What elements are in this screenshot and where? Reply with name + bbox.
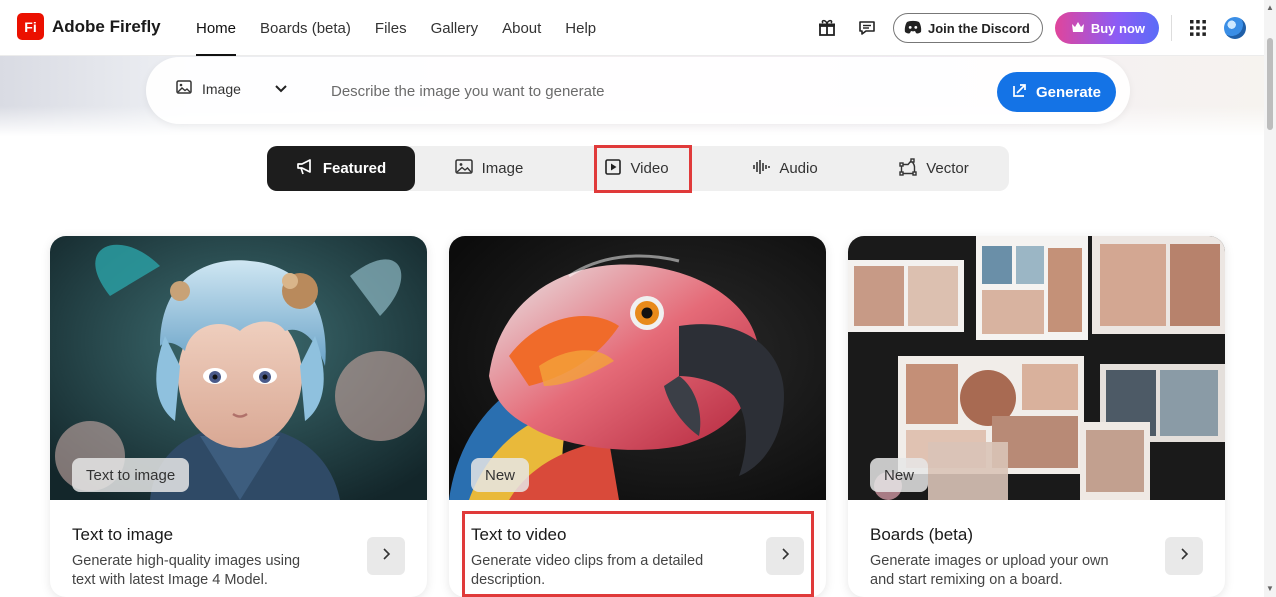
- crown-icon: [1071, 21, 1085, 36]
- card-description: Generate images or upload your own and s…: [870, 553, 1109, 588]
- top-navigation-bar: Fi Adobe Firefly Home Boards (beta) File…: [0, 0, 1264, 56]
- category-tabs: Featured Image Video Audio Vector: [267, 146, 1009, 191]
- header-tools: Join the Discord Buy now: [813, 0, 1246, 56]
- scroll-down-arrow-icon[interactable]: ▼: [1266, 585, 1274, 593]
- tab-featured[interactable]: Featured: [267, 146, 415, 191]
- join-discord-button[interactable]: Join the Discord: [892, 13, 1043, 43]
- tab-audio-label: Audio: [779, 160, 818, 177]
- card-open-button[interactable]: [1165, 537, 1203, 575]
- nav-boards[interactable]: Boards (beta): [260, 0, 351, 56]
- generate-label: Generate: [1035, 83, 1102, 101]
- buy-now-button[interactable]: Buy now: [1054, 12, 1159, 44]
- chevron-right-icon: [381, 547, 391, 565]
- prompt-input[interactable]: [331, 79, 951, 103]
- discord-label: Join the Discord: [927, 20, 1030, 36]
- card-title: Text to video: [471, 525, 567, 544]
- megaphone-icon: [296, 158, 314, 179]
- card-open-button[interactable]: [766, 537, 804, 575]
- generate-button[interactable]: Generate: [997, 72, 1116, 112]
- page-scrollbar[interactable]: ▲ ▼: [1264, 0, 1276, 597]
- apps-grid-icon[interactable]: [1184, 14, 1212, 42]
- nav-home[interactable]: Home: [196, 0, 237, 56]
- tab-image[interactable]: Image: [415, 146, 563, 191]
- card-badge: New: [471, 458, 530, 492]
- chevron-right-icon: [1179, 547, 1189, 565]
- scrollbar-thumb[interactable]: [1267, 38, 1273, 130]
- nav-help[interactable]: Help: [565, 0, 596, 56]
- user-avatar[interactable]: [1224, 17, 1246, 39]
- generate-icon: [1012, 82, 1028, 102]
- chevron-down-icon[interactable]: [274, 81, 288, 100]
- header-divider: [1171, 15, 1172, 41]
- card-title: Boards (beta): [870, 525, 973, 544]
- waveform-icon: [752, 159, 771, 179]
- vector-icon: [899, 157, 917, 180]
- prompt-bar: Image Generate: [146, 57, 1130, 124]
- generation-type-label: Image: [202, 80, 241, 97]
- tab-audio[interactable]: Audio: [711, 146, 859, 191]
- firefly-logo-icon[interactable]: Fi: [17, 13, 44, 40]
- tab-video-label: Video: [630, 160, 669, 177]
- buy-now-label: Buy now: [1090, 20, 1145, 36]
- card-boards-beta[interactable]: New Boards (beta) Generate images or upl…: [848, 236, 1225, 597]
- image-icon: [176, 80, 192, 97]
- main-nav: Home Boards (beta) Files Gallery About H…: [196, 0, 620, 56]
- card-description: Generate high-quality images using text …: [72, 553, 301, 588]
- card-text-to-image[interactable]: Text to image Text to image Generate hig…: [50, 236, 427, 597]
- chevron-right-icon: [780, 547, 790, 565]
- nav-gallery[interactable]: Gallery: [431, 0, 479, 56]
- scroll-up-arrow-icon[interactable]: ▲: [1266, 4, 1274, 12]
- discord-icon: [904, 20, 922, 37]
- card-description: Generate video clips from a detailed des…: [471, 553, 704, 588]
- app-name[interactable]: Adobe Firefly: [52, 17, 161, 37]
- video-icon: [605, 158, 622, 179]
- card-open-button[interactable]: [367, 537, 405, 575]
- tab-image-label: Image: [481, 160, 524, 177]
- image-icon: [454, 159, 473, 178]
- card-text-to-video[interactable]: New Text to video Generate video clips f…: [449, 236, 826, 597]
- chat-icon[interactable]: [853, 14, 881, 42]
- card-badge: New: [870, 458, 929, 492]
- gift-icon[interactable]: [813, 14, 841, 42]
- tab-featured-label: Featured: [322, 160, 387, 177]
- nav-files[interactable]: Files: [375, 0, 407, 56]
- generation-type-select[interactable]: Image: [176, 80, 241, 97]
- nav-about[interactable]: About: [502, 0, 541, 56]
- tab-video[interactable]: Video: [563, 146, 711, 191]
- card-badge: Text to image: [72, 458, 190, 492]
- card-title: Text to image: [72, 525, 174, 544]
- tab-vector-label: Vector: [926, 160, 969, 177]
- tab-vector[interactable]: Vector: [859, 146, 1009, 191]
